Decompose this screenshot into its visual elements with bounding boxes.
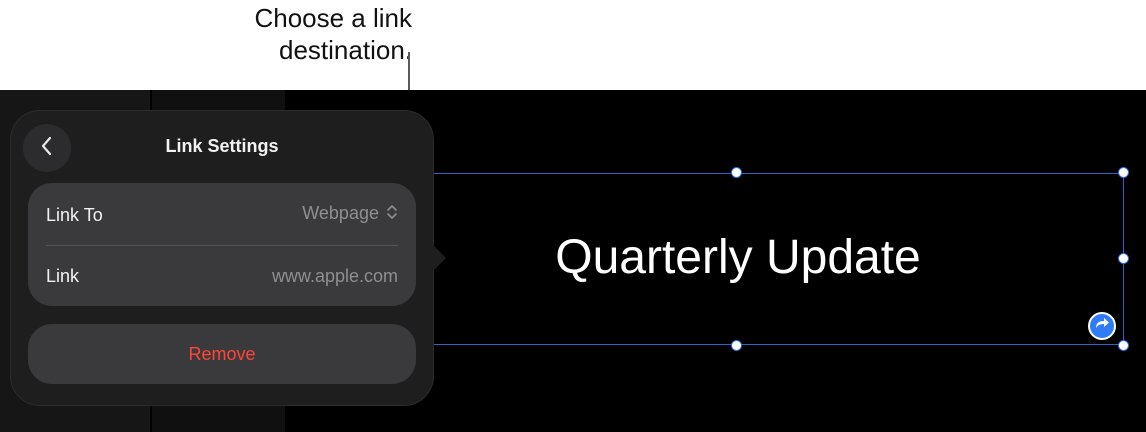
curved-arrow-icon <box>1094 316 1110 337</box>
popover-title: Link Settings <box>165 136 279 156</box>
resize-handle-top[interactable] <box>731 167 742 178</box>
resize-handle-bottom-right[interactable] <box>1118 340 1129 351</box>
callout-line-1: Choose a link <box>254 3 412 33</box>
link-url-field[interactable]: www.apple.com <box>198 266 398 287</box>
link-to-selector[interactable]: Webpage <box>230 203 398 225</box>
resize-handle-top-right[interactable] <box>1118 167 1129 178</box>
link-label: Link <box>46 266 80 286</box>
remove-link-button[interactable]: Remove <box>28 324 416 384</box>
link-to-value: Webpage <box>302 203 379 223</box>
link-badge-button[interactable] <box>1088 312 1116 340</box>
callout-annotation: Choose a link destination. <box>172 2 412 66</box>
back-button[interactable] <box>23 124 71 172</box>
row-divider <box>46 245 398 246</box>
chevron-left-icon <box>40 136 54 161</box>
link-to-label: Link To <box>46 205 103 225</box>
callout-line-2: destination. <box>279 35 412 65</box>
popover-arrow <box>432 244 446 272</box>
resize-handle-right[interactable] <box>1118 253 1129 264</box>
screenshot-root: Choose a link destination. Quarterly Upd… <box>0 0 1146 432</box>
slide-title-text[interactable]: Quarterly Update <box>480 230 996 286</box>
chevron-up-down-icon <box>386 204 398 225</box>
resize-handle-bottom[interactable] <box>731 340 742 351</box>
